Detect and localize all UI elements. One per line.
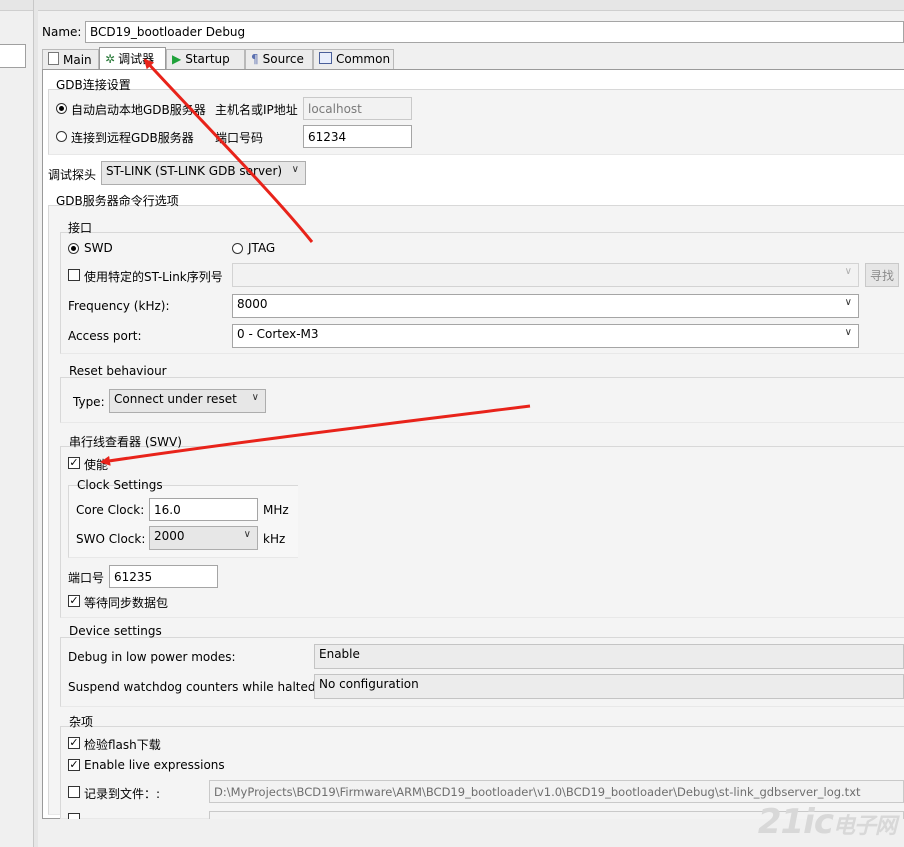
tab-label: 调试器 <box>118 52 155 66</box>
log-to-file-label: 记录到文件：: <box>84 787 161 801</box>
watermark-sub: 电子网 <box>832 814 897 839</box>
serial-number-select[interactable]: ∨ <box>232 263 859 287</box>
swv-enable-checkbox[interactable]: ✓ <box>68 457 80 469</box>
swo-clock-label: SWO Clock: <box>76 532 146 546</box>
low-power-select[interactable]: Enable <box>314 644 904 669</box>
access-port-label: Access port: <box>68 329 142 343</box>
chevron-down-icon: ∨ <box>844 327 852 338</box>
connect-remote-radio[interactable] <box>56 131 67 142</box>
common-icon <box>319 52 332 64</box>
core-clock-unit: MHz <box>263 503 289 517</box>
access-port-select[interactable]: 0 - Cortex-M3 ∨ <box>232 324 859 348</box>
swv-title: 串行线查看器 (SWV) <box>69 435 182 449</box>
verify-flash-checkbox[interactable]: ✓ <box>68 737 80 749</box>
left-filter-input[interactable] <box>0 44 26 68</box>
jtag-radio[interactable] <box>232 243 243 254</box>
wait-sync-label: 等待同步数据包 <box>84 596 169 610</box>
reset-behaviour-title: Reset behaviour <box>69 364 167 378</box>
connect-remote-label: 连接到远程GDB服务器 <box>71 131 194 145</box>
tab-startup[interactable]: ▶ Startup <box>166 49 245 69</box>
core-clock-field[interactable] <box>149 498 258 521</box>
access-port-value: 0 - Cortex-M3 <box>237 327 319 341</box>
gdb-server-options-title: GDB服务器命令行选项 <box>56 194 179 208</box>
watermark-main: 21ic <box>757 802 834 842</box>
left-pane-header <box>0 0 33 11</box>
watchdog-select[interactable]: No configuration <box>314 674 904 699</box>
find-button[interactable]: 寻找 <box>865 263 899 287</box>
live-expressions-checkbox[interactable]: ✓ <box>68 759 80 771</box>
watchdog-label: Suspend watchdog counters while halted: <box>68 680 320 694</box>
probe-value: ST-LINK (ST-LINK GDB server) <box>106 164 283 178</box>
host-label: 主机名或IP地址 <box>215 103 298 117</box>
host-field[interactable] <box>303 97 412 120</box>
auto-start-label: 自动启动本地GDB服务器 <box>71 103 206 117</box>
tab-label: Source <box>262 52 304 66</box>
left-pane <box>0 0 34 847</box>
auto-start-radio[interactable] <box>56 103 67 114</box>
port-field[interactable] <box>303 125 412 148</box>
port-label: 端口号码 <box>215 131 264 145</box>
swv-port-field[interactable] <box>109 565 218 588</box>
frequency-value: 8000 <box>237 297 268 311</box>
frequency-select[interactable]: 8000 ∨ <box>232 294 859 318</box>
frequency-label: Frequency (kHz): <box>68 299 170 313</box>
gdb-connection-title: GDB连接设置 <box>56 78 131 92</box>
device-settings-title: Device settings <box>69 624 162 638</box>
watermark-logo: 21ic电子网 <box>757 802 897 842</box>
swv-enable-label: 使能 <box>84 458 109 472</box>
chevron-down-icon: ∨ <box>243 529 251 540</box>
interface-title: 接口 <box>68 221 93 235</box>
tab-label: Startup <box>185 52 230 66</box>
low-power-label: Debug in low power modes: <box>68 650 236 664</box>
tab-main[interactable]: Main <box>42 49 99 69</box>
live-expressions-label: Enable live expressions <box>84 758 225 772</box>
debugger-icon: ✲ <box>105 52 116 66</box>
reset-type-label: Type: <box>73 395 105 409</box>
low-power-value: Enable <box>319 647 360 661</box>
chevron-down-icon: ∨ <box>844 266 852 277</box>
verify-flash-label: 检验flash下载 <box>84 738 161 752</box>
reset-type-select[interactable]: Connect under reset ∨ <box>109 389 266 413</box>
tab-debugger[interactable]: ✲ 调试器 <box>99 47 166 70</box>
chevron-down-icon: ∨ <box>251 392 259 403</box>
tab-source[interactable]: ¶ Source <box>245 49 313 69</box>
chevron-down-icon: ∨ <box>844 297 852 308</box>
log-to-file-checkbox[interactable] <box>68 786 80 798</box>
serial-number-checkbox[interactable] <box>68 269 80 281</box>
watchdog-value: No configuration <box>319 677 419 691</box>
play-icon: ▶ <box>172 52 182 66</box>
editor-header <box>38 0 904 11</box>
misc-title: 杂项 <box>69 715 94 729</box>
splitter[interactable] <box>34 0 38 847</box>
serial-number-label: 使用特定的ST-Link序列号 <box>84 270 223 284</box>
log-file-path-field[interactable]: D:\MyProjects\BCD19\Firmware\ARM\BCD19_b… <box>209 780 904 803</box>
swo-clock-value: 2000 <box>154 529 185 543</box>
chevron-down-icon: ∨ <box>291 164 299 175</box>
swd-radio[interactable] <box>68 243 79 254</box>
probe-select[interactable]: ST-LINK (ST-LINK GDB server) ∨ <box>101 161 306 185</box>
jtag-label: JTAG <box>248 241 276 255</box>
swv-port-label: 端口号 <box>68 571 105 585</box>
file-icon <box>48 52 59 65</box>
name-field[interactable] <box>85 21 904 43</box>
source-icon: ¶ <box>251 52 259 66</box>
probe-label: 调试探头 <box>48 168 97 182</box>
tab-common[interactable]: Common <box>313 49 394 69</box>
tab-label: Common <box>336 52 391 66</box>
tab-label: Main <box>63 53 92 67</box>
swo-clock-unit: kHz <box>263 532 286 546</box>
wait-sync-checkbox[interactable]: ✓ <box>68 595 80 607</box>
clock-settings-title: Clock Settings <box>77 478 163 492</box>
core-clock-label: Core Clock: <box>76 503 145 517</box>
swd-label: SWD <box>84 241 113 255</box>
swo-clock-select[interactable]: 2000 ∨ <box>149 526 258 550</box>
reset-type-value: Connect under reset <box>114 392 237 406</box>
name-label: Name: <box>42 25 82 39</box>
